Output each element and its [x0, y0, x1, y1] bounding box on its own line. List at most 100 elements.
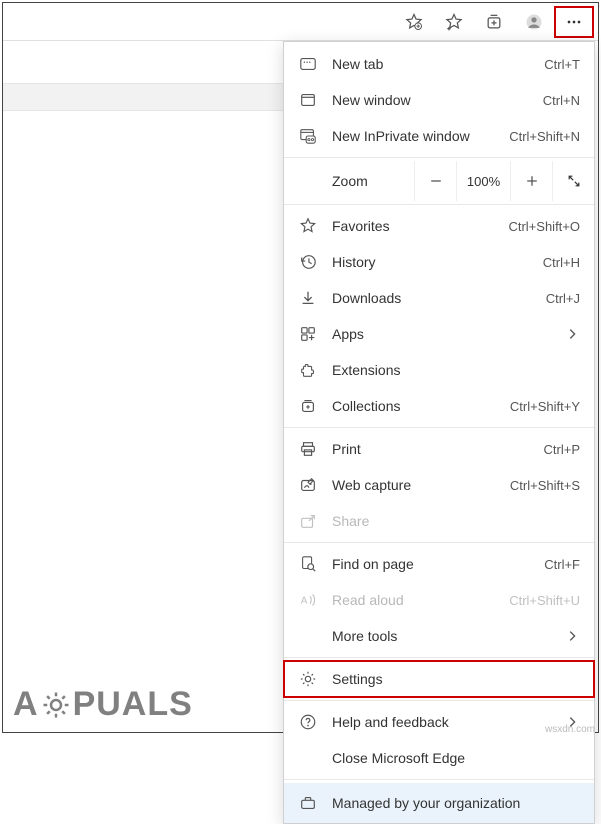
favorite-this-page-button[interactable] — [394, 5, 434, 39]
zoom-value: 100% — [456, 161, 510, 201]
more-menu-button[interactable] — [554, 6, 594, 38]
menu-more-tools[interactable]: More tools — [284, 618, 594, 654]
menu-separator — [284, 427, 594, 428]
menu-extensions[interactable]: Extensions — [284, 352, 594, 388]
menu-close-edge[interactable]: Close Microsoft Edge — [284, 740, 594, 776]
menu-label: Web capture — [332, 477, 510, 493]
menu-share: Share — [284, 503, 594, 539]
menu-shortcut: Ctrl+Shift+Y — [510, 399, 580, 414]
menu-new-inprivate[interactable]: New InPrivate window Ctrl+Shift+N — [284, 118, 594, 154]
menu-label: New window — [332, 92, 543, 108]
svg-text:A: A — [301, 596, 308, 607]
watermark-pre: A — [13, 685, 39, 724]
menu-separator — [284, 657, 594, 658]
more-icon — [564, 12, 584, 32]
menu-label: Print — [332, 441, 544, 457]
menu-favorites[interactable]: Favorites Ctrl+Shift+O — [284, 208, 594, 244]
menu-label: Share — [332, 513, 580, 529]
menu-shortcut: Ctrl+H — [543, 255, 580, 270]
find-icon — [298, 554, 318, 574]
zoom-label: Zoom — [284, 161, 414, 201]
content-selected-row — [3, 83, 285, 111]
chevron-right-icon — [564, 326, 580, 342]
briefcase-icon — [298, 793, 318, 813]
settings-icon — [298, 669, 318, 689]
menu-read-aloud: A Read aloud Ctrl+Shift+U — [284, 582, 594, 618]
menu-shortcut: Ctrl+P — [544, 442, 580, 457]
history-icon — [298, 252, 318, 272]
downloads-icon — [298, 288, 318, 308]
collections-toolbar-button[interactable] — [474, 5, 514, 39]
menu-downloads[interactable]: Downloads Ctrl+J — [284, 280, 594, 316]
menu-shortcut: Ctrl+Shift+S — [510, 478, 580, 493]
menu-managed-by-org[interactable]: Managed by your organization — [284, 783, 594, 823]
menu-shortcut: Ctrl+J — [546, 291, 580, 306]
menu-shortcut: Ctrl+T — [544, 57, 580, 72]
favorites-star-icon — [298, 216, 318, 236]
menu-label: Extensions — [332, 362, 580, 378]
menu-shortcut: Ctrl+F — [544, 557, 580, 572]
zoom-out-button[interactable] — [414, 161, 456, 201]
fullscreen-icon — [566, 173, 582, 189]
new-tab-icon — [298, 54, 318, 74]
menu-separator — [284, 157, 594, 158]
menu-label: Find on page — [332, 556, 544, 572]
menu-label: Downloads — [332, 290, 546, 306]
zoom-in-button[interactable] — [510, 161, 552, 201]
menu-label: Favorites — [332, 218, 508, 234]
menu-new-window[interactable]: New window Ctrl+N — [284, 82, 594, 118]
favorite-this-icon — [404, 12, 424, 32]
menu-apps[interactable]: Apps — [284, 316, 594, 352]
read-aloud-icon: A — [298, 590, 318, 610]
profile-icon — [524, 12, 544, 32]
menu-separator — [284, 204, 594, 205]
watermark-post: PUALS — [73, 685, 193, 724]
new-window-icon — [298, 90, 318, 110]
web-capture-icon — [298, 475, 318, 495]
watermark-gear-icon — [39, 688, 73, 722]
print-icon — [298, 439, 318, 459]
menu-zoom-row: Zoom 100% — [284, 161, 594, 201]
menu-settings[interactable]: Settings — [284, 661, 594, 697]
menu-history[interactable]: History Ctrl+H — [284, 244, 594, 280]
inprivate-icon — [298, 126, 318, 146]
menu-label: Close Microsoft Edge — [332, 750, 580, 766]
menu-label: Managed by your organization — [332, 795, 580, 811]
menu-find[interactable]: Find on page Ctrl+F — [284, 546, 594, 582]
menu-label: New tab — [332, 56, 544, 72]
plus-icon — [524, 173, 540, 189]
menu-label: Apps — [332, 326, 564, 342]
menu-shortcut: Ctrl+Shift+O — [508, 219, 580, 234]
watermark-logo: A PUALS — [13, 685, 193, 724]
overflow-menu: New tab Ctrl+T New window Ctrl+N New InP… — [283, 41, 595, 824]
browser-toolbar — [3, 3, 598, 41]
menu-separator — [284, 779, 594, 780]
collections-menu-icon — [298, 396, 318, 416]
menu-label: Help and feedback — [332, 714, 564, 730]
menu-label: More tools — [332, 628, 564, 644]
favorites-icon — [444, 12, 464, 32]
menu-label: New InPrivate window — [332, 128, 509, 144]
help-icon — [298, 712, 318, 732]
apps-icon — [298, 324, 318, 344]
menu-label: Collections — [332, 398, 510, 414]
collections-icon — [484, 12, 504, 32]
extensions-icon — [298, 360, 318, 380]
chevron-right-icon — [564, 628, 580, 644]
source-mark: wsxdn.com — [545, 724, 595, 735]
menu-print[interactable]: Print Ctrl+P — [284, 431, 594, 467]
menu-shortcut: Ctrl+N — [543, 93, 580, 108]
menu-label: Read aloud — [332, 592, 509, 608]
menu-shortcut: Ctrl+Shift+U — [509, 593, 580, 608]
menu-web-capture[interactable]: Web capture Ctrl+Shift+S — [284, 467, 594, 503]
favorites-button[interactable] — [434, 5, 474, 39]
menu-collections[interactable]: Collections Ctrl+Shift+Y — [284, 388, 594, 424]
menu-label: History — [332, 254, 543, 270]
menu-new-tab[interactable]: New tab Ctrl+T — [284, 46, 594, 82]
profile-button[interactable] — [514, 5, 554, 39]
menu-separator — [284, 542, 594, 543]
menu-separator — [284, 700, 594, 701]
minus-icon — [428, 173, 444, 189]
menu-shortcut: Ctrl+Shift+N — [509, 129, 580, 144]
fullscreen-button[interactable] — [552, 161, 594, 201]
